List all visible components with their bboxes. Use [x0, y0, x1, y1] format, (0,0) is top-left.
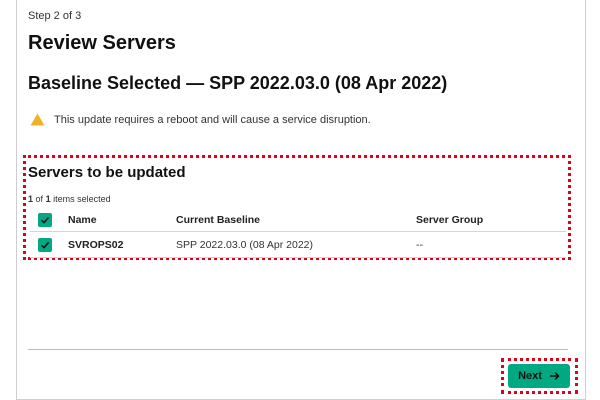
- checkmark-icon: [40, 216, 50, 224]
- arrow-right-icon: [549, 371, 560, 381]
- column-header-server-group[interactable]: Server Group: [416, 214, 566, 226]
- warning-text: This update requires a reboot and will c…: [54, 113, 371, 126]
- next-button-label: Next: [518, 370, 542, 382]
- select-all-checkbox[interactable]: [38, 212, 52, 227]
- checkmark-icon: [40, 241, 50, 249]
- select-all-cell: [30, 212, 68, 227]
- servers-table: Name Current Baseline Server Group SVROP…: [30, 208, 566, 258]
- footer-divider: [28, 349, 568, 350]
- table-row[interactable]: SVROPS02 SPP 2022.03.0 (08 Apr 2022) --: [30, 232, 566, 258]
- servers-heading: Servers to be updated: [28, 164, 186, 181]
- warning-triangle-icon: [30, 113, 45, 126]
- total-number: 1: [45, 194, 51, 204]
- row-select-cell: [30, 237, 68, 252]
- selected-number: 1: [28, 194, 34, 204]
- step-indicator: Step 2 of 3: [28, 10, 82, 22]
- row-checkbox[interactable]: [38, 237, 52, 252]
- table-header-row: Name Current Baseline Server Group: [30, 208, 566, 232]
- of-text: of: [35, 194, 44, 204]
- server-group-cell: --: [416, 238, 423, 251]
- selection-count: 1 of 1 items selected: [28, 194, 111, 204]
- items-selected-text: items selected: [53, 194, 111, 204]
- page-title: Review Servers: [28, 32, 176, 54]
- baseline-heading: Baseline Selected — SPP 2022.03.0 (08 Ap…: [28, 73, 448, 93]
- current-baseline-cell: SPP 2022.03.0 (08 Apr 2022): [176, 238, 313, 251]
- server-name-cell: SVROPS02: [68, 238, 124, 251]
- next-button[interactable]: Next: [508, 364, 570, 388]
- column-header-current-baseline[interactable]: Current Baseline: [176, 214, 416, 226]
- reboot-warning: This update requires a reboot and will c…: [30, 113, 371, 126]
- column-header-name[interactable]: Name: [68, 214, 176, 226]
